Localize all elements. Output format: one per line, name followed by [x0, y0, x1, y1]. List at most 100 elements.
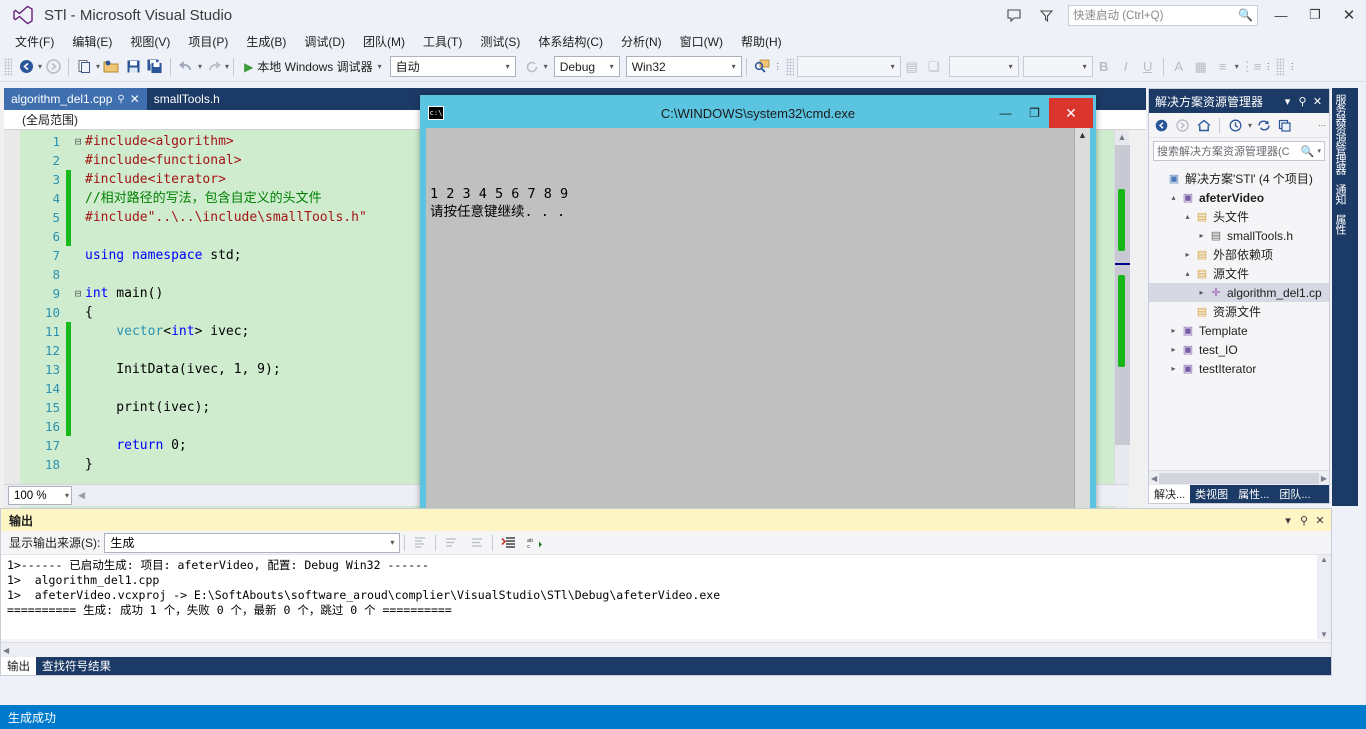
hscroll-thumb[interactable]	[1159, 472, 1319, 484]
cmd-minimize-button[interactable]: —	[991, 98, 1020, 128]
window-minimize-button[interactable]: —	[1264, 0, 1298, 30]
tree-item-6[interactable]: ▸ ✛ algorithm_del1.cp	[1149, 283, 1329, 302]
overflow-icon[interactable]: ⋯	[1318, 121, 1326, 130]
vertical-dock-tab-0[interactable]: 服务器资源管理器	[1332, 90, 1348, 178]
platform-combo[interactable]: Win32 ▾	[625, 56, 742, 77]
pin-icon[interactable]: ⚲	[1296, 514, 1312, 527]
editor-tab-0[interactable]: algorithm_del1.cpp ⚲ ✕	[4, 88, 147, 110]
row2-combo-1[interactable]: ▾	[796, 56, 901, 77]
find-in-files-icon[interactable]	[751, 55, 773, 79]
toolbar-overflow-3[interactable]: ⋮	[1288, 62, 1296, 71]
vertical-dock-tab-2[interactable]: 属性	[1332, 210, 1348, 238]
output-source-combo[interactable]: 生成 ▾	[104, 532, 401, 553]
fold-toggle[interactable]: ⊟	[71, 132, 85, 151]
list-button[interactable]: ⋮≡	[1239, 55, 1264, 79]
close-icon[interactable]: ✕	[1312, 514, 1328, 527]
cmd-console-output[interactable]: 搜狗拼音输入法 全 ： 1 2 3 4 5 6 7 8 9请按任意键继续. . …	[426, 128, 1074, 532]
navigate-back-button[interactable]	[15, 55, 37, 79]
expander-icon[interactable]: ▸	[1167, 345, 1180, 354]
window-restore-button[interactable]: ❐	[1298, 0, 1332, 30]
menu-item-10[interactable]: 分析(N)	[612, 31, 671, 52]
underline-button[interactable]: U	[1137, 55, 1159, 79]
tree-item-10[interactable]: ▸ ▣ testIterator	[1149, 359, 1329, 378]
output-vertical-scrollbar[interactable]: ▲ ▼	[1317, 555, 1331, 639]
fold-toggle[interactable]: ⊟	[71, 284, 85, 303]
solution-horizontal-scrollbar[interactable]: ◀ ▶	[1149, 470, 1329, 485]
pending-changes-icon[interactable]	[1226, 116, 1245, 135]
background-color-button[interactable]: ▦	[1190, 55, 1212, 79]
align-button[interactable]: ≡	[1212, 55, 1234, 79]
solution-tab-2[interactable]: 属性...	[1233, 485, 1274, 503]
cmd-close-button[interactable]: ✕	[1049, 98, 1093, 128]
cmd-vertical-scrollbar[interactable]: ▲ ▼	[1074, 128, 1090, 532]
expander-icon[interactable]: ▸	[1167, 364, 1180, 373]
refresh-dropdown[interactable]: ▾	[544, 62, 548, 71]
close-icon[interactable]: ✕	[1310, 95, 1325, 108]
go-to-icon[interactable]: ab c	[523, 533, 545, 553]
vertical-dock-tab-1[interactable]: 通知	[1332, 180, 1348, 208]
scroll-up-arrow[interactable]: ▲	[1320, 555, 1328, 564]
output-tab-0[interactable]: 输出	[1, 657, 36, 675]
save-icon[interactable]	[122, 55, 144, 79]
tree-item-9[interactable]: ▸ ▣ test_IO	[1149, 340, 1329, 359]
menu-item-2[interactable]: 视图(V)	[121, 31, 179, 52]
solution-tab-0[interactable]: 解决...	[1149, 485, 1191, 503]
solution-tab-1[interactable]: 类视图	[1190, 485, 1233, 503]
collapse-all-icon[interactable]	[1275, 116, 1294, 135]
quick-launch-input[interactable]: 快速启动 (Ctrl+Q) 🔍	[1068, 4, 1258, 26]
menu-item-3[interactable]: 项目(P)	[179, 31, 237, 52]
expander-icon[interactable]: ▴	[1167, 193, 1180, 202]
row2-combo-3[interactable]: ▾	[1022, 56, 1093, 77]
toolbar-grip-3[interactable]	[1276, 57, 1285, 76]
zoom-level-combo[interactable]: 100 % ▾	[8, 486, 72, 505]
output-text[interactable]: 1>------ 已启动生成: 项目: afeterVideo, 配置: Deb…	[1, 555, 1317, 639]
start-debugging-dropdown[interactable]: ▾	[378, 62, 382, 71]
expander-icon[interactable]: ▴	[1181, 212, 1194, 221]
toolbar-grip-2[interactable]	[785, 57, 794, 76]
menu-item-11[interactable]: 窗口(W)	[671, 31, 732, 52]
hscroll-right-arrow[interactable]: ▶	[1321, 474, 1327, 483]
start-debugging-button[interactable]: ▶ 本地 Windows 调试器 ▾	[238, 58, 388, 75]
expander-icon[interactable]: ▸	[1167, 326, 1180, 335]
cmd-window[interactable]: c:\ C:\WINDOWS\system32\cmd.exe — ❐ ✕ 搜狗…	[420, 95, 1096, 538]
platform-target-combo[interactable]: 自动 ▾	[389, 56, 516, 77]
tree-item-0[interactable]: ▣ 解决方案'STl' (4 个项目)	[1149, 169, 1329, 188]
menu-item-8[interactable]: 测试(S)	[471, 31, 529, 52]
row2-combo-2[interactable]: ▾	[948, 56, 1019, 77]
bold-button[interactable]: B	[1093, 55, 1115, 79]
scroll-down-arrow[interactable]: ▼	[1320, 630, 1328, 639]
menu-item-1[interactable]: 编辑(E)	[63, 31, 121, 52]
hscroll-left-arrow[interactable]: ◀	[3, 646, 9, 655]
close-icon[interactable]: ✕	[130, 92, 140, 106]
redo-dropdown[interactable]: ▾	[225, 62, 229, 71]
pin-icon[interactable]: ⚲	[1295, 95, 1310, 108]
expander-icon[interactable]: ▸	[1181, 250, 1194, 259]
toolbar-overflow[interactable]: ⋮	[774, 62, 782, 71]
editor-scope-value[interactable]: (全局范围)	[4, 111, 78, 128]
pin-icon[interactable]: ⚲	[117, 94, 124, 105]
menu-item-4[interactable]: 生成(B)	[237, 31, 295, 52]
forward-icon[interactable]	[1173, 116, 1192, 135]
expander-icon[interactable]: ▴	[1181, 269, 1194, 278]
expander-icon[interactable]: ▸	[1195, 288, 1208, 297]
refresh-icon[interactable]	[521, 55, 543, 79]
editor-tab-1[interactable]: smallTools.h	[146, 88, 227, 110]
navigate-forward-button[interactable]	[42, 55, 64, 79]
tree-item-8[interactable]: ▸ ▣ Template	[1149, 321, 1329, 340]
tree-item-7[interactable]: ▤ 资源文件	[1149, 302, 1329, 321]
refresh-icon[interactable]	[1254, 116, 1273, 135]
output-horizontal-scrollbar[interactable]: ◀	[1, 642, 1331, 657]
italic-button[interactable]: I	[1115, 55, 1137, 79]
tree-item-2[interactable]: ▴ ▤ 头文件	[1149, 207, 1329, 226]
cmd-title-bar[interactable]: c:\ C:\WINDOWS\system32\cmd.exe — ❐ ✕	[423, 98, 1093, 128]
menu-item-12[interactable]: 帮助(H)	[732, 31, 791, 52]
hscroll-left-arrow[interactable]: ◀	[1151, 474, 1157, 483]
layout-icon[interactable]: ❏	[923, 55, 945, 79]
tree-item-5[interactable]: ▴ ▤ 源文件	[1149, 264, 1329, 283]
indent-icon[interactable]: ▤	[901, 55, 923, 79]
solution-tree[interactable]: ▣ 解决方案'STl' (4 个项目) ▴ ▣ afeterVideo ▴ ▤ 头文件 ▸ ▤ sm…	[1149, 167, 1329, 469]
cmd-maximize-button[interactable]: ❐	[1020, 98, 1049, 128]
menu-item-5[interactable]: 调试(D)	[295, 31, 354, 52]
feedback-icon[interactable]	[998, 1, 1030, 29]
clear-all-icon[interactable]	[409, 533, 431, 553]
